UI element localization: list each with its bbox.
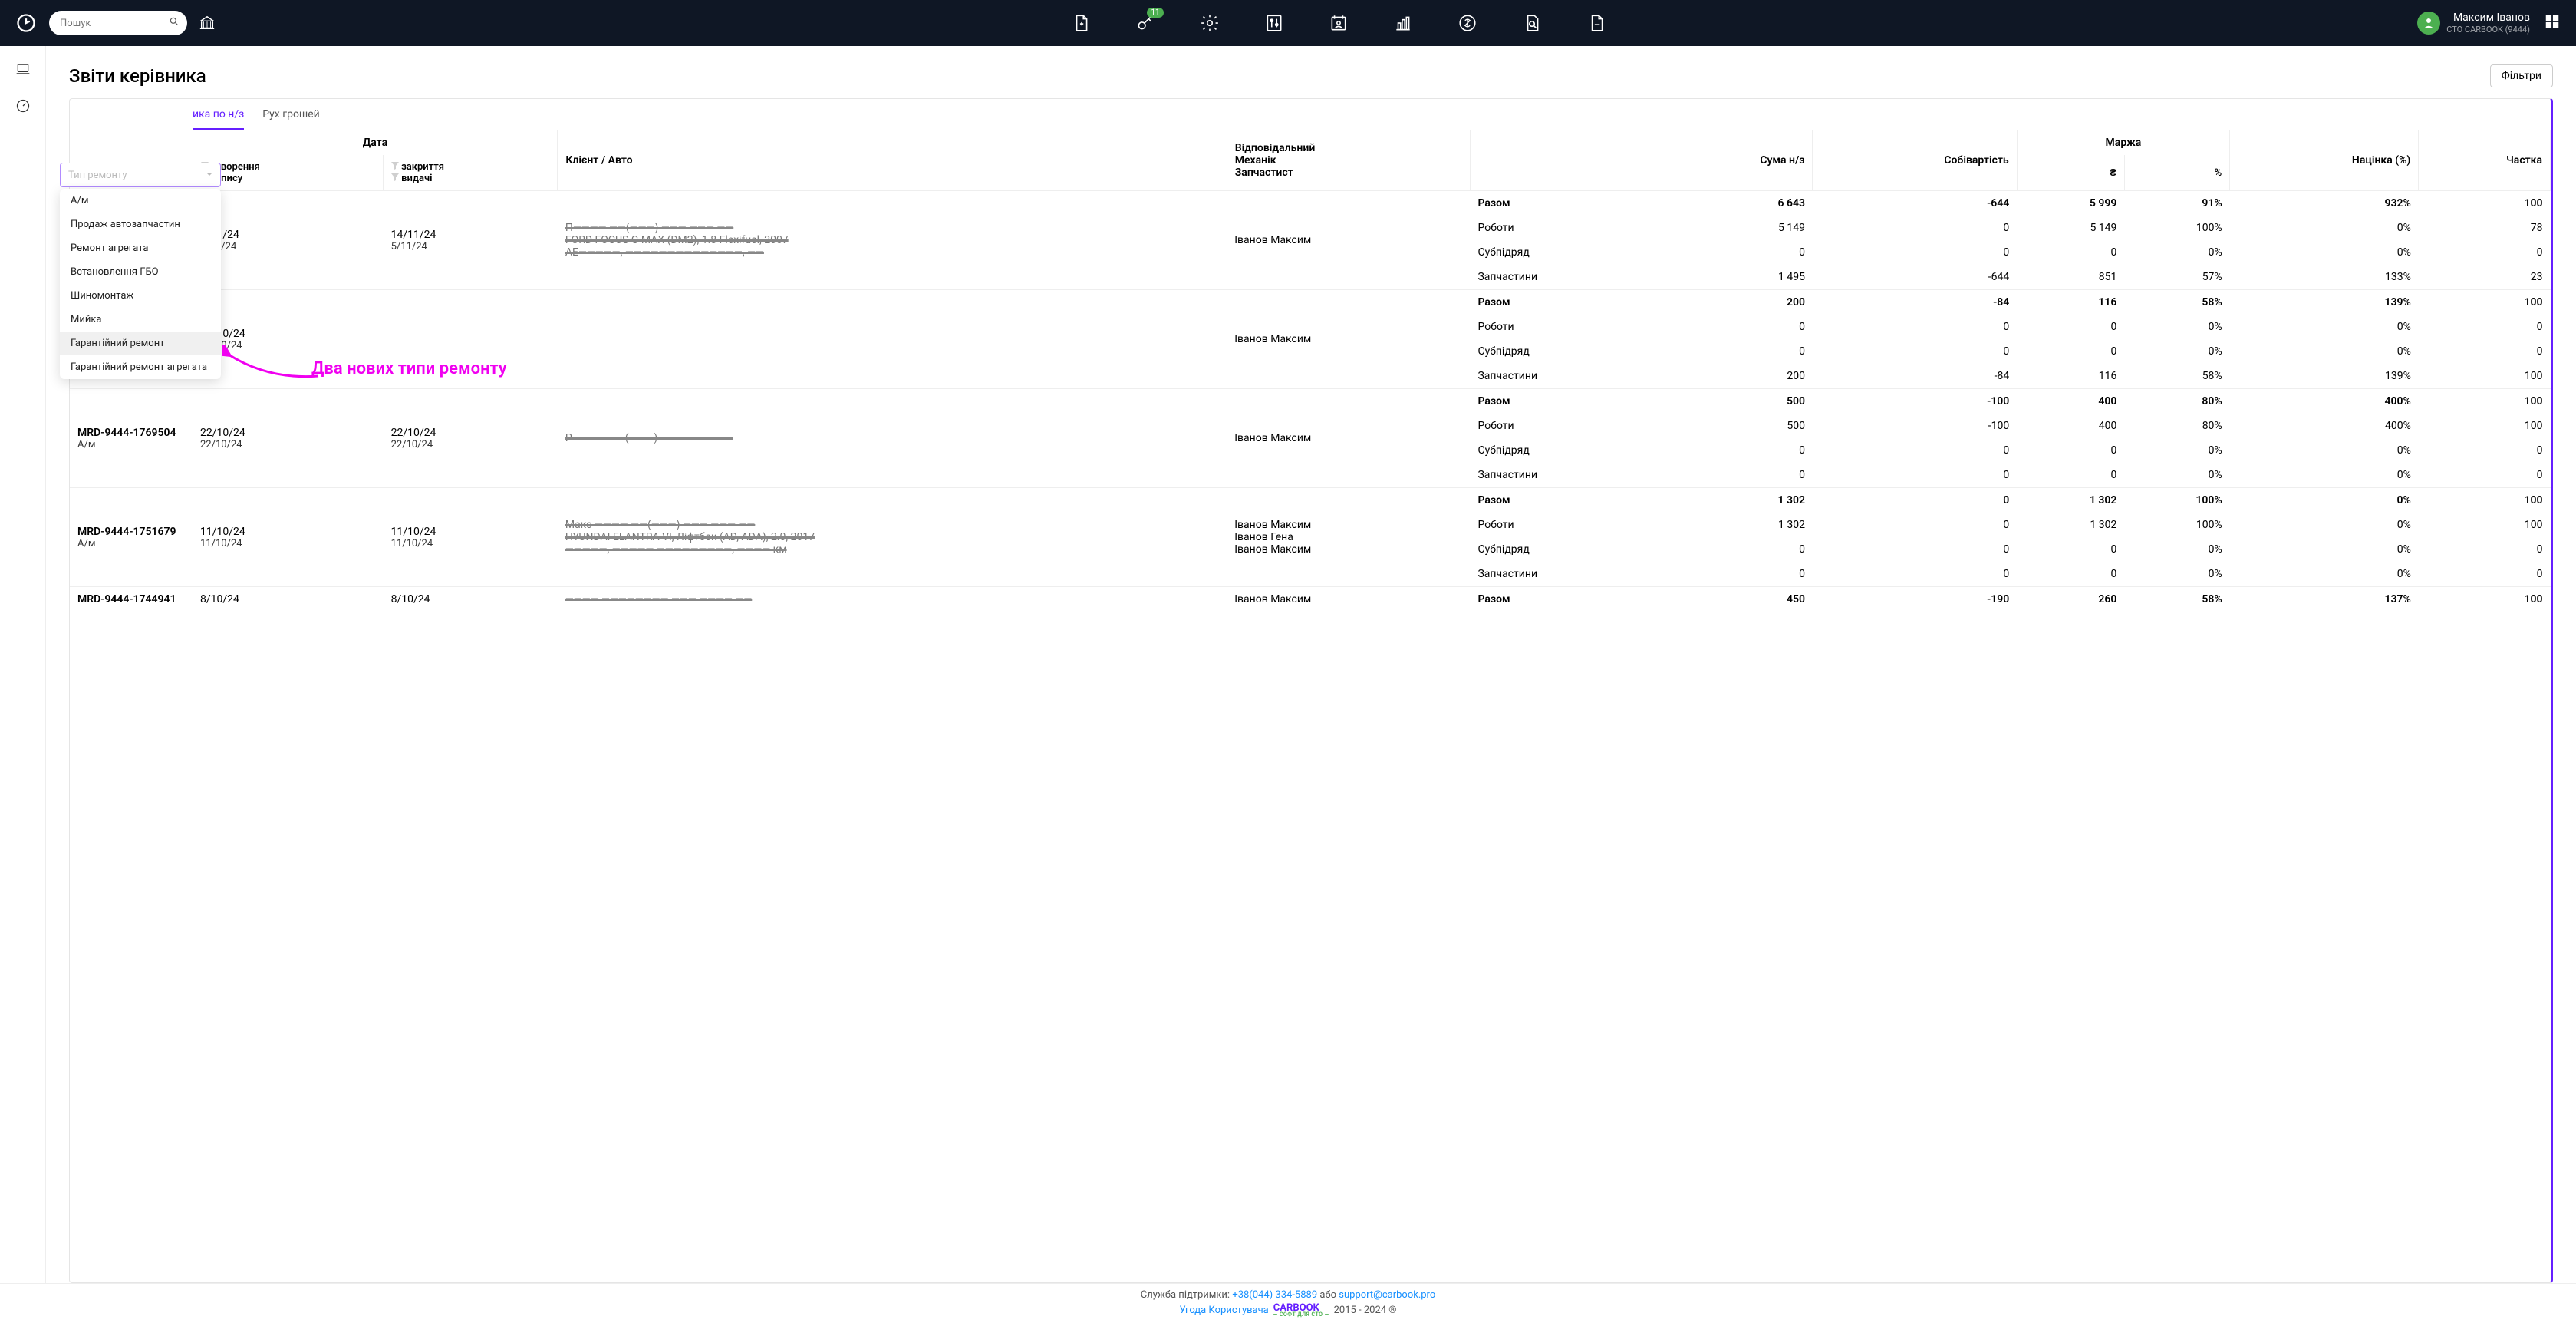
table-row: MRD-9444-1769504А/м22/10/2422/10/2422/10… <box>70 389 2551 414</box>
footer-email[interactable]: support@carbook.pro <box>1339 1289 1435 1301</box>
doc-minus-icon[interactable] <box>1586 12 1607 34</box>
table-row: MRD-9444-1751679А/м11/10/2411/10/2411/10… <box>70 488 2551 513</box>
dropdown-item[interactable]: Шиномонтаж <box>60 284 221 308</box>
repair-type-dropdown: А/мПродаж автозапчастинРемонт агрегатаВс… <box>60 189 221 379</box>
nav-icons: 11 <box>259 12 2417 34</box>
user-org: СТО CARBOOK (9444) <box>2446 25 2530 35</box>
tab-money[interactable]: Рух грошей <box>262 108 320 130</box>
top-navbar: 11 Максим Іванов СТО CARBOOK (9444) <box>0 0 2576 46</box>
repair-type-select[interactable]: Тип ремонту <box>60 163 221 187</box>
sidebar-laptop-icon[interactable] <box>15 61 31 80</box>
key-badge: 11 <box>1147 8 1163 18</box>
col-date-close[interactable]: закриття видачі <box>384 155 558 191</box>
col-cost: Собівартість <box>1813 130 2017 191</box>
dollar-icon[interactable] <box>1457 12 1478 34</box>
dropdown-item[interactable]: Гарантійний ремонт <box>60 332 221 355</box>
sidebar-gauge-icon[interactable] <box>15 98 31 117</box>
dropdown-item[interactable]: Гарантійний ремонт агрегата <box>60 355 221 379</box>
doc-search-icon[interactable] <box>1521 12 1543 34</box>
page-title: Звіти керівника <box>69 65 206 87</box>
col-responsible: Відповідальний Механік Запчастист <box>1227 130 1470 191</box>
search-container <box>49 11 187 35</box>
footer-years: 2015 - 2024 ® <box>1334 1305 1397 1316</box>
logo-icon[interactable] <box>15 12 37 34</box>
key-icon[interactable]: 11 <box>1135 12 1156 34</box>
footer-terms[interactable]: Угода Користувача <box>1179 1305 1268 1316</box>
table-row: А/м5/11/245/11/2414/11/245/11/24П———— ——… <box>70 191 2551 216</box>
select-placeholder: Тип ремонту <box>68 170 127 181</box>
filters-button[interactable]: Фільтри <box>2490 64 2553 87</box>
col-date: Дата <box>193 130 558 155</box>
user-name: Максим Іванов <box>2453 12 2530 25</box>
panel: ика по н/з Рух грошей Дата Клієнт / Авто… <box>69 98 2553 1283</box>
search-input[interactable] <box>49 11 187 35</box>
contact-icon[interactable] <box>1328 12 1349 34</box>
footer-phone[interactable]: +38(044) 334-5889 <box>1232 1289 1317 1301</box>
order-id[interactable]: MRD-9444-1744941 <box>77 593 185 605</box>
order-id[interactable]: MRD-9444-1769504 <box>77 427 185 439</box>
main-content: Звіти керівника Фільтри ика по н/з Рух г… <box>46 46 2576 1283</box>
tab-nz[interactable]: ика по н/з <box>193 108 244 130</box>
dropdown-item[interactable]: Встановлення ГБО <box>60 260 221 284</box>
footer-logo: CARBOOK — СОФТ ДЛЯ СТО — <box>1273 1302 1329 1318</box>
report-table: Дата Клієнт / Авто Відповідальний Механі… <box>70 130 2551 612</box>
search-icon[interactable] <box>169 16 180 30</box>
user-section[interactable]: Максим Іванов СТО CARBOOK (9444) <box>2417 12 2561 35</box>
bank-icon[interactable] <box>198 14 216 32</box>
col-markup: Націнка (%) <box>2230 130 2419 191</box>
sliders-icon[interactable] <box>1263 12 1285 34</box>
col-share: Частка <box>2419 130 2551 191</box>
col-date-create[interactable]: створення запису <box>193 155 384 191</box>
col-client: Клієнт / Авто <box>558 130 1227 191</box>
user-info: Максим Іванов СТО CARBOOK (9444) <box>2446 12 2530 35</box>
avatar-icon <box>2417 12 2440 35</box>
footer-support-label: Служба підтримки: <box>1141 1289 1233 1301</box>
tabs: ика по н/з Рух грошей <box>70 99 2551 130</box>
dropdown-item[interactable]: А/м <box>60 189 221 213</box>
footer: Служба підтримки: +38(044) 334-5889 або … <box>0 1283 2576 1323</box>
dropdown-item[interactable]: Продаж автозапчастин <box>60 213 221 236</box>
col-margin-uah: ₴ <box>2017 155 2124 191</box>
col-margin-pct: % <box>2124 155 2229 191</box>
dropdown-item[interactable]: Мийка <box>60 308 221 332</box>
table-row: А/м28/10/2428/10/24Іванов МаксимРазом200… <box>70 290 2551 315</box>
dropdown-item[interactable]: Ремонт агрегата <box>60 236 221 260</box>
sidebar <box>0 46 46 1283</box>
chart-icon[interactable] <box>1392 12 1414 34</box>
new-doc-icon[interactable] <box>1070 12 1092 34</box>
apps-icon[interactable] <box>2544 13 2561 33</box>
col-sum: Сума н/з <box>1659 130 1813 191</box>
table-row: MRD-9444-17449418/10/248/10/24———— —————… <box>70 587 2551 612</box>
gear-icon[interactable] <box>1199 12 1220 34</box>
col-margin: Маржа <box>2017 130 2229 155</box>
order-id[interactable]: MRD-9444-1751679 <box>77 526 185 538</box>
